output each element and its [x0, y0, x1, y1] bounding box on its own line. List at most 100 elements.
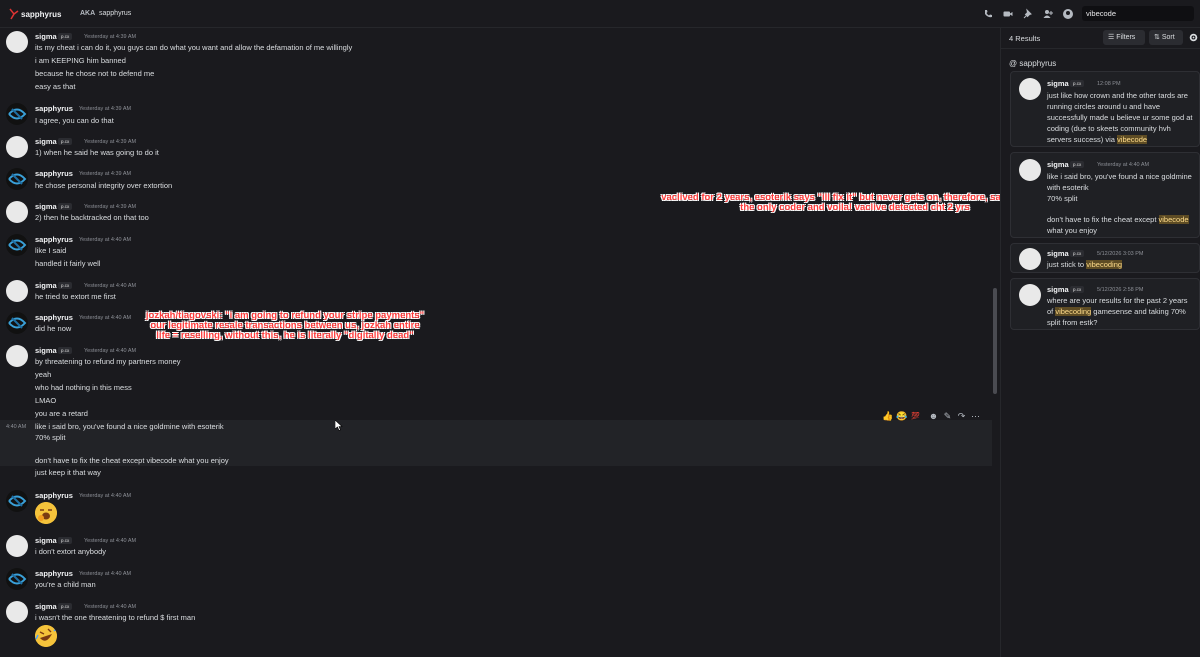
laugh-reaction-icon[interactable]: 😂 — [896, 411, 907, 422]
filter-icon: ☰ — [1108, 34, 1115, 41]
pin-icon[interactable] — [1022, 8, 1034, 20]
username[interactable]: sigma — [35, 281, 57, 290]
divider — [1001, 48, 1200, 49]
message-timestamp: Yesterday at 4:40 AM — [84, 604, 137, 610]
message-text: 1) when he said he was going to do it — [35, 148, 159, 157]
avatar[interactable] — [1019, 248, 1041, 270]
avatar[interactable] — [6, 168, 28, 190]
result-text: 70% split — [1047, 194, 1078, 203]
search-highlight: vibecoding — [1055, 307, 1092, 316]
result-text: just like how crown and the other tards … — [1047, 91, 1188, 100]
result-text: coding (due to skeets community hvh — [1047, 124, 1171, 133]
username[interactable]: sapphyrus — [35, 491, 73, 500]
result-text: what you enjoy — [1047, 226, 1098, 235]
avatar[interactable] — [6, 201, 28, 223]
message-timestamp: 5/12/2026 2:58 PM — [1097, 287, 1144, 293]
message-text: don't have to fix the cheat except vibec… — [35, 456, 229, 465]
phone-icon[interactable] — [982, 8, 994, 20]
thumbs-up-reaction-icon[interactable]: 👍 — [882, 411, 893, 422]
message-timestamp: 12:08 PM — [1097, 81, 1121, 87]
username[interactable]: sigma — [35, 346, 57, 355]
avatar[interactable] — [1019, 284, 1041, 306]
username[interactable]: sapphyrus — [35, 313, 73, 322]
chat-area: 4:40 AM sigma p.cx Yesterday at 4:39 AM … — [0, 28, 1000, 657]
message-timestamp: Yesterday at 4:40 AM — [84, 538, 137, 544]
username[interactable]: sigma — [1047, 285, 1069, 294]
avatar[interactable] — [6, 568, 28, 590]
search-result[interactable]: sigma p.cx 5/12/2026 3:03 PM just stick … — [1010, 243, 1200, 273]
status-badge: p.cx — [58, 33, 73, 40]
username[interactable]: sigma — [1047, 249, 1069, 258]
add-reaction-icon[interactable]: ☻ — [928, 411, 939, 422]
username[interactable]: sigma — [35, 202, 57, 211]
search-input[interactable]: vibecode — [1082, 6, 1194, 21]
avatar[interactable] — [6, 490, 28, 512]
avatar[interactable] — [6, 345, 28, 367]
username[interactable]: sigma — [1047, 160, 1069, 169]
filters-button[interactable]: ☰ Filters — [1103, 30, 1145, 45]
username[interactable]: sapphyrus — [35, 569, 73, 578]
message-timestamp: Yesterday at 4:40 AM — [1097, 162, 1150, 168]
message-timestamp: Yesterday at 4:40 AM — [79, 493, 132, 499]
yawning-emoji-icon — [35, 502, 57, 524]
avatar[interactable] — [6, 31, 28, 53]
edit-icon[interactable]: ✎ — [942, 411, 953, 422]
search-result[interactable]: sigma p.cx Yesterday at 4:40 AM like i s… — [1010, 152, 1200, 238]
message-timestamp: Yesterday at 4:39 AM — [79, 171, 132, 177]
username[interactable]: sigma — [35, 32, 57, 41]
forward-icon[interactable]: ↷ — [956, 411, 967, 422]
status-badge: p.cx — [1070, 80, 1085, 87]
avatar[interactable] — [6, 103, 28, 125]
avatar[interactable] — [1019, 78, 1041, 100]
avatar[interactable] — [6, 280, 28, 302]
username[interactable]: sigma — [35, 536, 57, 545]
message-text: i am KEEPING him banned — [35, 56, 126, 65]
scrollbar[interactable] — [993, 288, 997, 394]
message-text: 70% split — [35, 433, 66, 442]
avatar[interactable] — [6, 312, 28, 334]
result-text: where are your results for the past 2 ye… — [1047, 296, 1188, 305]
avatar[interactable] — [6, 535, 28, 557]
username[interactable]: sigma — [35, 137, 57, 146]
more-options-icon[interactable]: ⋯ — [970, 411, 981, 422]
hundred-reaction-icon[interactable]: 💯 — [910, 411, 921, 422]
annotation-text-left: jozkah/tiagovski: "i am going to refund … — [145, 310, 425, 341]
message-timestamp: 4:40 AM — [6, 424, 27, 430]
message-timestamp: Yesterday at 4:40 AM — [79, 315, 132, 321]
aka-value: sapphyrus — [99, 10, 132, 17]
add-member-icon[interactable] — [1042, 8, 1054, 20]
message-text: did he now — [35, 324, 72, 333]
aka-label: AKA — [80, 10, 96, 17]
message-text: who had nothing in this mess — [35, 383, 132, 392]
message-text: 2) then he backtracked on that too — [35, 213, 149, 222]
username[interactable]: sapphyrus — [35, 104, 73, 113]
sort-button[interactable]: ⇅ Sort — [1149, 30, 1183, 45]
result-text: just stick to vibecoding — [1047, 260, 1123, 269]
avatar[interactable] — [6, 601, 28, 623]
username[interactable]: sapphyrus — [35, 169, 73, 178]
username[interactable]: sigma — [35, 602, 57, 611]
search-result[interactable]: sigma p.cx 12:08 PM just like how crown … — [1010, 71, 1200, 147]
status-badge: p.cx — [58, 537, 73, 544]
username[interactable]: sigma — [1047, 79, 1069, 88]
profile-icon[interactable] — [1062, 8, 1074, 20]
search-highlight: vibecode — [1117, 135, 1148, 144]
video-icon[interactable] — [1002, 8, 1014, 20]
message-text: easy as that — [35, 82, 76, 91]
message-text: its my cheat i can do it, you guys can d… — [35, 43, 353, 52]
avatar[interactable] — [6, 136, 28, 158]
result-text: like i said bro, you've found a nice gol… — [1047, 172, 1192, 181]
message-timestamp: Yesterday at 4:40 AM — [84, 283, 137, 289]
search-results-panel: 4 Results ☰ Filters ⇅ Sort @ sapphyrus s… — [1000, 28, 1200, 657]
message-timestamp: 5/12/2026 3:03 PM — [1097, 251, 1144, 257]
message-timestamp: Yesterday at 4:39 AM — [84, 34, 137, 40]
avatar[interactable] — [6, 234, 28, 256]
username[interactable]: sapphyrus — [35, 235, 73, 244]
message-text: you're a child man — [35, 580, 96, 589]
message-timestamp: Yesterday at 4:39 AM — [84, 139, 137, 145]
gear-icon[interactable] — [1189, 33, 1198, 42]
message-timestamp: Yesterday at 4:40 AM — [79, 571, 132, 577]
message-text: like I said — [35, 246, 67, 255]
search-result[interactable]: sigma p.cx 5/12/2026 2:58 PM where are y… — [1010, 278, 1200, 330]
avatar[interactable] — [1019, 159, 1041, 181]
